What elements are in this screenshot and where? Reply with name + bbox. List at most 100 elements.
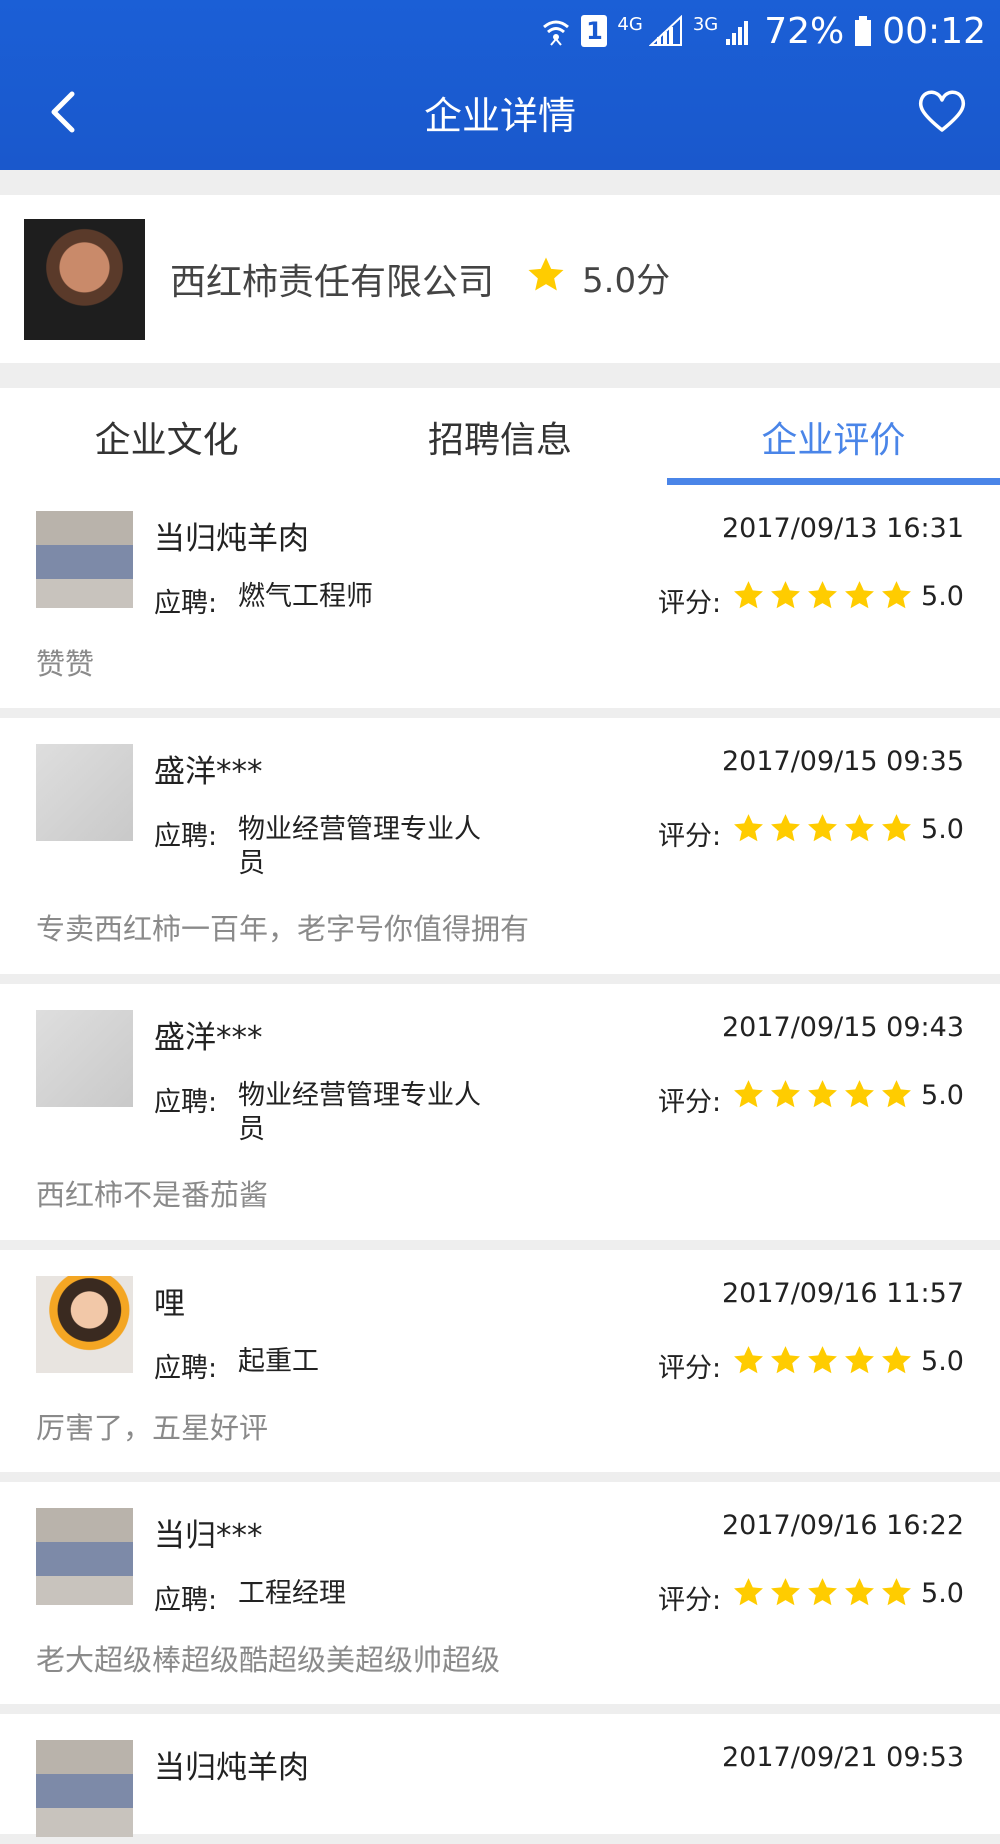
score-label: 评分:	[658, 1353, 722, 1384]
tab-culture[interactable]: 企业文化	[0, 388, 333, 485]
tab-label: 招聘信息	[427, 419, 572, 461]
review-comment: 老大超级棒超级酷超级美超级帅超级	[36, 1643, 501, 1677]
rating-stars	[732, 579, 913, 612]
status-bar: 1 4G 3G 72% 00:12	[541, 6, 986, 56]
score-label: 评分:	[658, 1087, 722, 1118]
review-score: 5.0	[921, 1080, 964, 1111]
star-icon	[808, 814, 837, 842]
network-type-2: 3G	[692, 13, 719, 35]
avatar	[36, 1740, 133, 1837]
back-button[interactable]	[40, 84, 96, 140]
app-bar: 1 4G 3G 72% 00:12 企业详情	[0, 0, 1000, 170]
star-icon	[845, 1080, 874, 1108]
apply-label: 应聘:	[154, 1585, 218, 1616]
apply-label: 应聘:	[154, 1087, 218, 1118]
review-score: 5.0	[921, 1578, 964, 1609]
company-name: 西红柿责任有限公司	[170, 262, 495, 303]
review-item[interactable]: 当归*** 2017/09/16 16:22 应聘: 工程经理 评分: 5.0 老大超级棒超…	[0, 1482, 1000, 1704]
star-icon	[845, 1578, 874, 1606]
star-icon	[808, 581, 837, 609]
tab-bar: 企业文化 招聘信息 企业评价	[0, 388, 1000, 485]
review-item[interactable]: 盛洋*** 2017/09/15 09:43 应聘: 物业经营管理专业人员 评分: 5.0…	[0, 984, 1000, 1240]
star-icon	[734, 814, 763, 842]
applied-position: 物业经营管理专业人员	[238, 1080, 481, 1145]
star-icon	[882, 581, 911, 609]
review-item[interactable]: 盛洋*** 2017/09/15 09:35 应聘: 物业经营管理专业人员 评分: 5.0…	[0, 718, 1000, 974]
battery-icon	[854, 15, 872, 47]
review-time: 2017/09/16 11:57	[721, 1278, 964, 1309]
applied-position: 燃气工程师	[238, 581, 373, 612]
avatar	[36, 1010, 133, 1107]
review-time: 2017/09/21 09:53	[721, 1742, 964, 1773]
heart-icon	[918, 90, 966, 132]
star-icon	[771, 1346, 800, 1374]
star-icon	[808, 1346, 837, 1374]
company-score: 5.0分	[582, 261, 671, 301]
clock: 00:12	[882, 10, 986, 52]
avatar	[36, 1276, 133, 1373]
apply-label: 应聘:	[154, 1353, 218, 1384]
review-comment: 厉害了，五星好评	[36, 1411, 269, 1445]
star-icon	[771, 1080, 800, 1108]
sim-icon: 1	[581, 15, 608, 47]
title-bar: 企业详情	[0, 62, 1000, 162]
score-label: 评分:	[658, 821, 722, 852]
review-score: 5.0	[921, 814, 964, 845]
score-label: 评分:	[658, 588, 722, 619]
star-icon	[808, 1080, 837, 1108]
star-icon	[734, 1578, 763, 1606]
tab-label: 企业评价	[761, 419, 906, 461]
avatar	[36, 744, 133, 841]
applied-position: 物业经营管理专业人员	[238, 814, 481, 879]
rating-stars	[732, 1078, 913, 1111]
company-logo	[24, 219, 145, 340]
review-item[interactable]: 当归炖羊肉 2017/09/21 09:53	[0, 1714, 1000, 1837]
rating-stars	[732, 1344, 913, 1377]
star-icon	[734, 1080, 763, 1108]
review-item[interactable]: 哩 2017/09/16 11:57 应聘: 起重工 评分: 5.0 厉害了，五星好评	[0, 1250, 1000, 1472]
apply-label: 应聘:	[154, 588, 218, 619]
signal-icon	[648, 15, 683, 47]
review-time: 2017/09/16 16:22	[721, 1510, 964, 1541]
rating-stars	[732, 1576, 913, 1609]
star-icon	[734, 581, 763, 609]
review-item[interactable]: 当归炖羊肉 2017/09/13 16:31 应聘: 燃气工程师 评分: 5.0 赞赞	[0, 485, 1000, 708]
star-icon	[882, 1346, 911, 1374]
star-icon	[845, 1346, 874, 1374]
reviewer-name: 盛洋***	[154, 1020, 263, 1056]
review-time: 2017/09/15 09:35	[721, 746, 964, 777]
favorite-button[interactable]	[914, 82, 970, 138]
apply-label: 应聘:	[154, 821, 218, 852]
reviewer-name: 当归炖羊肉	[154, 521, 309, 557]
applied-position: 起重工	[238, 1346, 319, 1377]
review-comment: 西红柿不是番茄酱	[36, 1178, 269, 1212]
star-icon	[882, 814, 911, 842]
applied-position: 工程经理	[238, 1578, 346, 1609]
rating-stars	[732, 812, 913, 845]
reviewer-name: 当归炖羊肉	[154, 1750, 309, 1786]
signal-icon-2	[724, 15, 754, 47]
star-icon	[882, 1578, 911, 1606]
review-comment: 赞赞	[36, 647, 95, 681]
star-icon	[808, 1578, 837, 1606]
reviewer-name: 盛洋***	[154, 754, 263, 790]
review-time: 2017/09/13 16:31	[721, 513, 964, 544]
network-type-1: 4G	[617, 13, 643, 35]
review-score: 5.0	[921, 581, 964, 612]
reviewer-name: 哩	[154, 1286, 185, 1322]
star-icon	[771, 581, 800, 609]
chevron-left-icon	[51, 91, 75, 133]
avatar	[36, 1508, 133, 1605]
star-icon	[528, 257, 564, 291]
avatar	[36, 511, 133, 608]
star-icon	[845, 581, 874, 609]
wifi-icon	[541, 15, 571, 47]
tab-reviews[interactable]: 企业评价	[666, 388, 1000, 485]
company-card: 西红柿责任有限公司 5.0分	[0, 195, 1000, 363]
tab-recruitment[interactable]: 招聘信息	[333, 388, 666, 485]
star-icon	[771, 814, 800, 842]
tab-label: 企业文化	[94, 419, 239, 461]
star-icon	[882, 1080, 911, 1108]
battery-percent: 72%	[764, 10, 845, 52]
score-label: 评分:	[658, 1585, 722, 1616]
